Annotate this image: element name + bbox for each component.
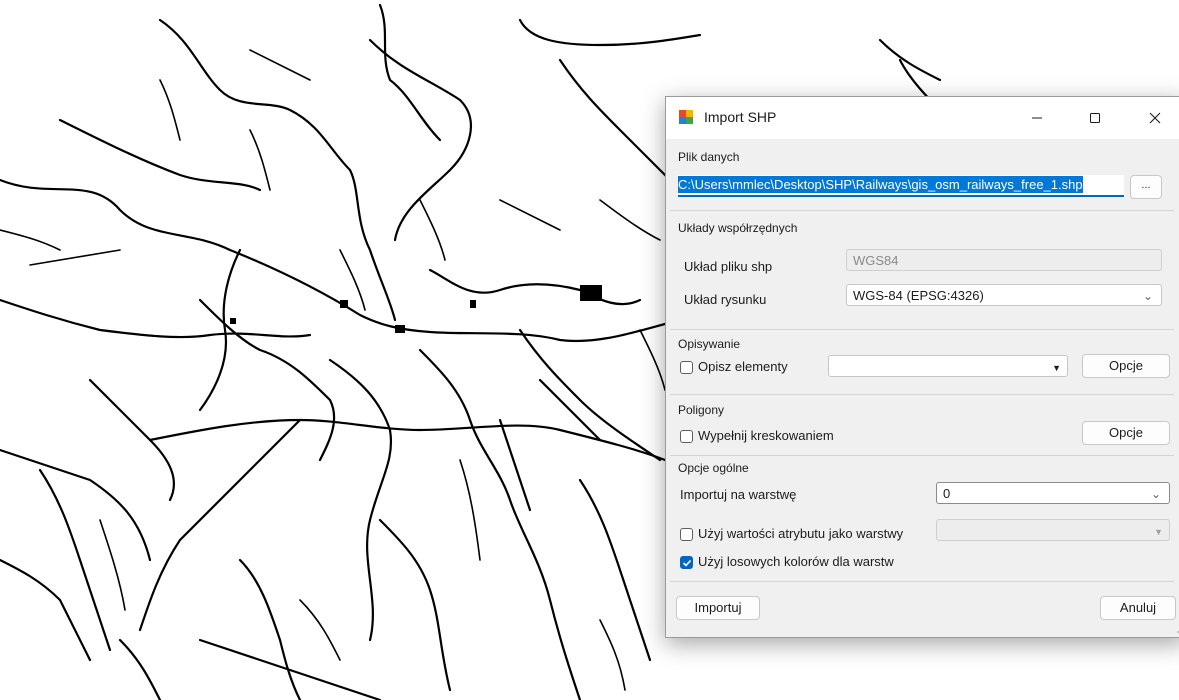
import-layer-dropdown[interactable]: 0 ⌄ <box>936 482 1170 504</box>
drawing-crs-value: WGS-84 (EPSG:4326) <box>853 288 984 303</box>
checkmark-icon <box>682 559 692 567</box>
describe-checkbox[interactable] <box>680 361 693 374</box>
resize-grip-icon[interactable] <box>1175 626 1179 634</box>
import-layer-value: 0 <box>943 486 951 501</box>
maximize-icon <box>1090 113 1100 123</box>
random-colors-checkbox[interactable] <box>680 556 693 569</box>
close-button[interactable] <box>1132 97 1178 139</box>
import-button[interactable]: Importuj <box>676 596 760 620</box>
hatch-fill-checkbox[interactable] <box>680 430 693 443</box>
minimize-icon <box>1032 117 1042 119</box>
describe-group-label: Opisywanie <box>678 337 741 351</box>
file-path-input[interactable]: C:\Users\mmlec\Desktop\SHP\Railways\gis_… <box>678 175 1124 197</box>
random-colors-checkbox-label: Użyj losowych kolorów dla warstw <box>698 554 894 569</box>
hatch-fill-checkbox-label: Wypełnij kreskowaniem <box>698 428 834 443</box>
divider <box>670 394 1174 395</box>
minimize-button[interactable] <box>1014 97 1060 139</box>
chevron-down-icon: ⌄ <box>1142 289 1153 303</box>
import-layer-label: Importuj na warstwę <box>680 487 797 502</box>
describe-field-dropdown[interactable]: ▼ <box>828 355 1068 377</box>
dropdown-arrow-icon: ▼ <box>1154 527 1163 537</box>
general-group-label: Opcje ogólne <box>678 461 749 475</box>
shp-crs-field: WGS84 <box>846 249 1162 271</box>
window-title: Import SHP <box>704 109 777 125</box>
import-shp-dialog: Import SHP Plik danych C:\Users\mmlec\De… <box>665 96 1179 638</box>
attribute-layer-checkbox[interactable] <box>680 528 693 541</box>
file-group-label: Plik danych <box>678 150 740 164</box>
cancel-button[interactable]: Anuluj <box>1100 596 1176 620</box>
attribute-layer-dropdown: ▼ <box>936 519 1170 541</box>
browse-button[interactable]: ... <box>1130 175 1162 199</box>
file-path-value: C:\Users\mmlec\Desktop\SHP\Railways\gis_… <box>678 176 1083 193</box>
dropdown-arrow-icon: ▼ <box>1052 363 1061 373</box>
chevron-down-icon: ⌄ <box>1150 487 1161 501</box>
polygons-options-button[interactable]: Opcje <box>1082 421 1170 445</box>
drawing-crs-dropdown[interactable]: WGS-84 (EPSG:4326) ⌄ <box>846 284 1162 306</box>
shp-crs-label: Układ pliku shp <box>684 259 773 274</box>
title-bar[interactable]: Import SHP <box>666 97 1179 139</box>
describe-checkbox-label: Opisz elementy <box>698 359 788 374</box>
maximize-button[interactable] <box>1072 97 1118 139</box>
close-icon <box>1149 112 1161 124</box>
attribute-layer-checkbox-label: Użyj wartości atrybutu jako warstwy <box>698 526 904 541</box>
polygons-group-label: Poligony <box>678 403 725 417</box>
divider <box>670 455 1174 456</box>
drawing-crs-label: Układ rysunku <box>684 292 767 307</box>
divider <box>670 581 1174 582</box>
coords-group-label: Układy współrzędnych <box>678 221 798 235</box>
divider <box>670 329 1174 330</box>
describe-options-button[interactable]: Opcje <box>1082 354 1170 378</box>
app-icon <box>679 110 693 124</box>
divider <box>670 210 1174 211</box>
